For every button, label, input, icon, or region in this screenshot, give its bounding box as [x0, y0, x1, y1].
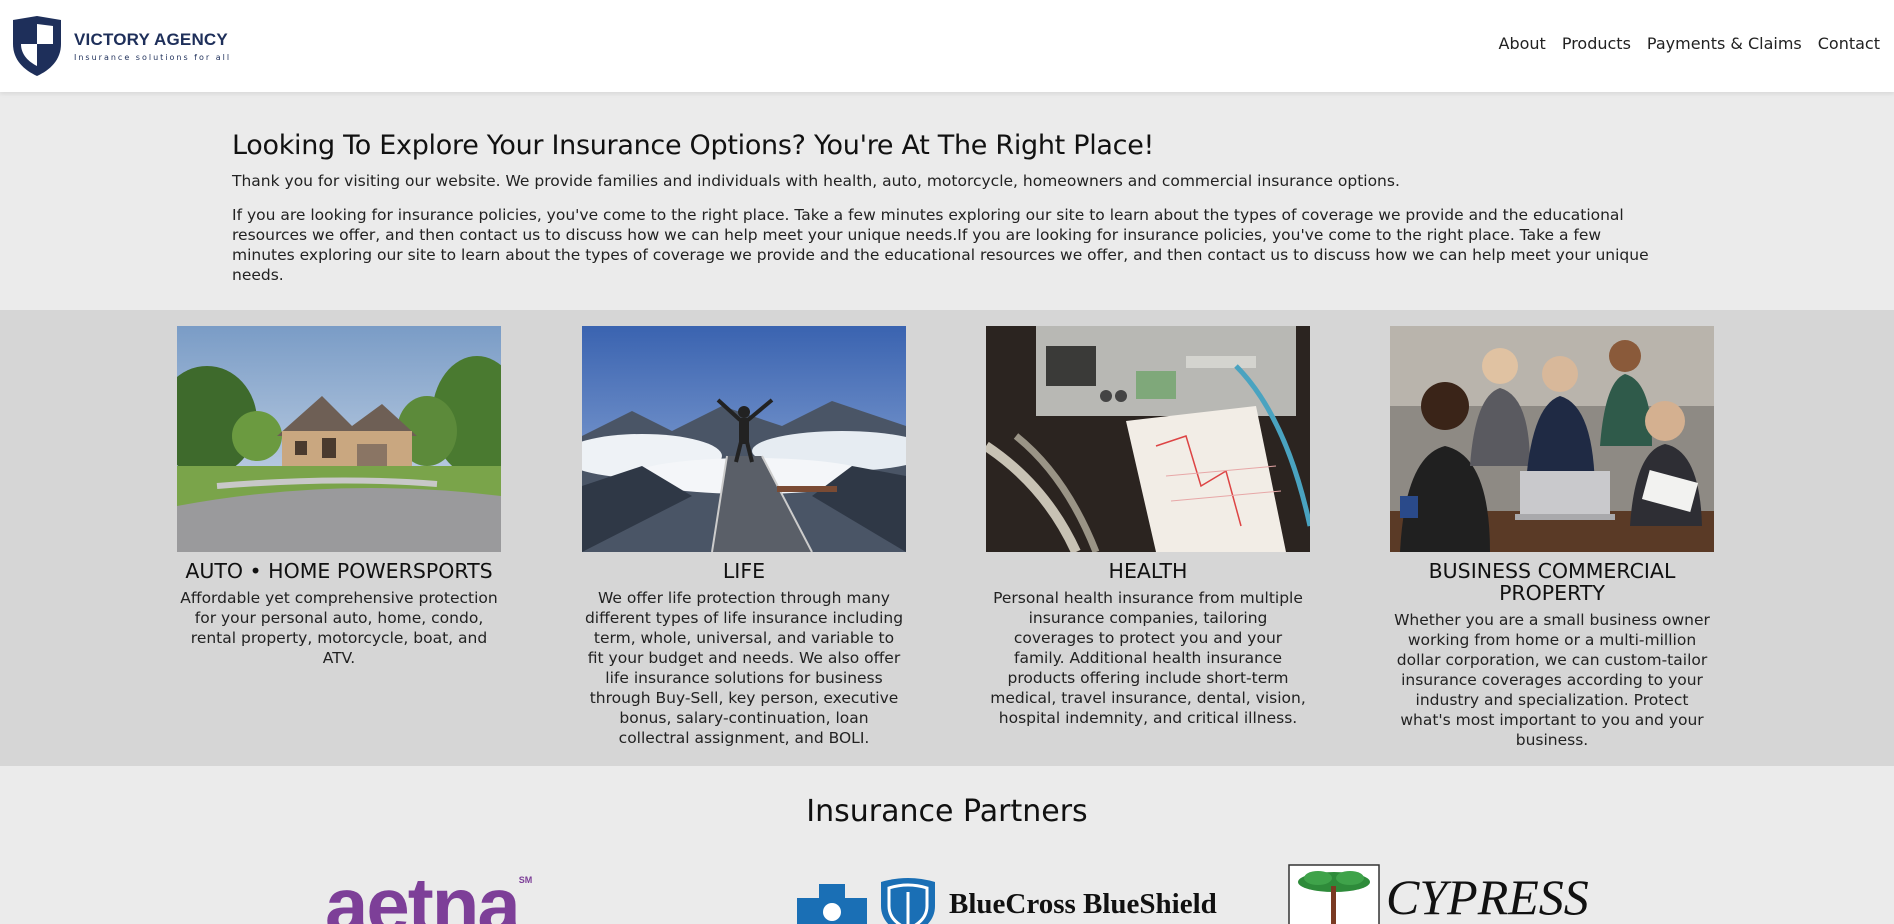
shield-logo-icon: [13, 16, 61, 76]
aetna-logo[interactable]: aetnaSM: [325, 866, 532, 924]
cypress-logo[interactable]: CYPRESS: [1288, 864, 1589, 924]
partners-heading: Insurance Partners: [806, 794, 1088, 829]
product-description: Whether you are a small business owner w…: [1394, 611, 1710, 749]
business-meeting-photo[interactable]: [1390, 326, 1714, 552]
nav-contact[interactable]: Contact: [1818, 34, 1880, 53]
product-card-business: BUSINESS COMMERCIAL PROPERTY Whether you…: [1390, 326, 1714, 750]
brand-tagline: Insurance solutions for all: [74, 53, 232, 62]
main-nav: About Products Payments & Claims Contact: [1499, 34, 1880, 53]
product-description: Personal health insurance from multiple …: [990, 589, 1306, 727]
product-description: Affordable yet comprehensive protection …: [180, 589, 498, 667]
brand-text: VICTORY AGENCY Insurance solutions for a…: [74, 30, 231, 62]
mountain-person-photo[interactable]: [582, 326, 906, 552]
aetna-wordmark: aetna: [325, 861, 521, 924]
nav-products[interactable]: Products: [1562, 34, 1631, 53]
intro-section: Looking To Explore Your Insurance Option…: [0, 92, 1894, 310]
cypress-tree-icon: [1288, 864, 1380, 924]
product-title: HEALTH: [1108, 559, 1188, 583]
bcbs-wordmark: BlueCross BlueShield: [949, 888, 1217, 920]
cypress-wordmark: CYPRESS: [1386, 869, 1589, 924]
brand-logo[interactable]: VICTORY AGENCY Insurance solutions for a…: [10, 12, 230, 80]
house-photo[interactable]: [177, 326, 501, 552]
product-card-health: HEALTH Personal health insurance from mu…: [986, 326, 1310, 728]
products-section: AUTO • HOME POWERSPORTS Affordable yet c…: [0, 310, 1894, 766]
nav-payments-claims[interactable]: Payments & Claims: [1647, 34, 1802, 53]
nav-about[interactable]: About: [1499, 34, 1546, 53]
medical-monitor-photo[interactable]: [986, 326, 1310, 552]
product-description: We offer life protection through many di…: [584, 589, 904, 747]
brand-name: VICTORY AGENCY: [74, 30, 228, 49]
product-title: AUTO • HOME POWERSPORTS: [185, 559, 493, 583]
intro-paragraph-2: If you are looking for insurance policie…: [232, 206, 1649, 284]
aetna-sm-mark: SM: [518, 875, 533, 885]
product-card-life: LIFE We offer life protection through ma…: [582, 326, 906, 748]
bluecross-blueshield-logo[interactable]: BlueCross BlueShield: [795, 876, 1217, 924]
blue-shield-icon: [881, 878, 935, 924]
product-title: LIFE: [722, 559, 766, 583]
product-title: BUSINESS COMMERCIAL PROPERTY: [1428, 559, 1676, 605]
intro-heading: Looking To Explore Your Insurance Option…: [232, 130, 1155, 161]
site-header: VICTORY AGENCY Insurance solutions for a…: [0, 0, 1894, 92]
product-card-auto-home: AUTO • HOME POWERSPORTS Affordable yet c…: [177, 326, 501, 668]
intro-content: Looking To Explore Your Insurance Option…: [232, 130, 1662, 285]
blue-cross-icon: [797, 884, 867, 924]
partners-section: Insurance Partners aetnaSM BlueCross Blu…: [0, 766, 1894, 924]
intro-paragraph-1: Thank you for visiting our website. We p…: [232, 172, 1400, 190]
